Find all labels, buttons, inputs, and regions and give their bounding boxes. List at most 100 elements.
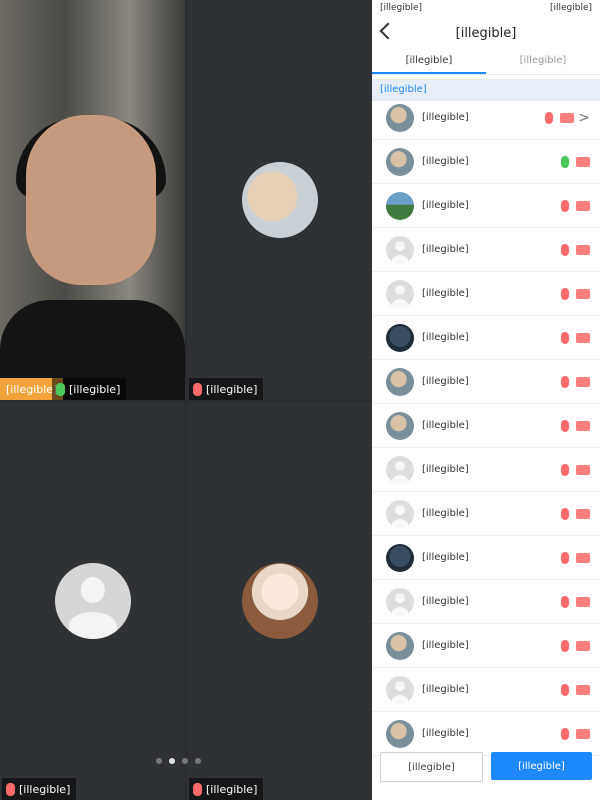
mic-off-icon xyxy=(193,382,202,396)
page-dot[interactable] xyxy=(156,758,162,764)
member-row[interactable]: [illegible] xyxy=(372,316,600,360)
member-row[interactable]: [illegible] xyxy=(372,228,600,272)
video-tile[interactable]: [illegible] xyxy=(187,0,372,400)
member-row[interactable]: [illegible] xyxy=(372,624,600,668)
camera-off-icon[interactable] xyxy=(576,332,590,343)
mic-off-icon[interactable] xyxy=(561,727,569,740)
mic-off-icon[interactable] xyxy=(561,683,569,696)
mic-off-icon[interactable] xyxy=(561,243,569,256)
member-avatar xyxy=(386,719,414,748)
panel-header: [illegible] xyxy=(372,16,600,50)
member-name: [illegible] xyxy=(422,684,469,695)
member-row[interactable]: [illegible] xyxy=(372,536,600,580)
chevron-right-icon[interactable]: > xyxy=(578,110,590,126)
mic-off-icon[interactable] xyxy=(561,507,569,520)
mic-off-icon[interactable] xyxy=(561,375,569,388)
video-tile[interactable]: [illegible] xyxy=(187,402,372,800)
camera-off-icon[interactable] xyxy=(576,684,590,695)
mic-off-icon[interactable] xyxy=(561,551,569,564)
member-row[interactable]: [illegible] > xyxy=(372,96,600,140)
page-dot-active[interactable] xyxy=(169,758,175,764)
member-name: [illegible] xyxy=(422,552,469,563)
mic-off-icon[interactable] xyxy=(561,331,569,344)
member-avatar xyxy=(386,103,414,132)
mic-off-icon[interactable] xyxy=(561,595,569,608)
member-avatar xyxy=(386,191,414,220)
member-row[interactable]: [illegible] xyxy=(372,272,600,316)
member-name: [illegible] xyxy=(422,244,469,255)
video-tile[interactable]: [illegible] xyxy=(0,402,185,800)
member-name: [illegible] xyxy=(422,420,469,431)
participant-face xyxy=(26,115,156,285)
camera-off-icon[interactable] xyxy=(576,244,590,255)
mic-off-icon xyxy=(193,782,202,796)
camera-off-icon[interactable] xyxy=(576,200,590,211)
member-avatar xyxy=(386,543,414,572)
member-row[interactable]: [illegible] xyxy=(372,184,600,228)
member-avatar xyxy=(386,411,414,440)
primary-button[interactable]: [illegible] xyxy=(491,752,592,780)
camera-off-icon[interactable] xyxy=(576,508,590,519)
tab-active[interactable]: [illegible] xyxy=(372,50,486,74)
member-row[interactable]: [illegible] xyxy=(372,360,600,404)
status-left: [illegible] xyxy=(380,3,423,13)
member-row[interactable]: [illegible] xyxy=(372,580,600,624)
tile-name-tag: [illegible] xyxy=(52,378,127,400)
member-row[interactable]: [illegible] xyxy=(372,712,600,756)
camera-off-icon[interactable] xyxy=(576,552,590,563)
camera-off-icon[interactable] xyxy=(576,376,590,387)
member-row[interactable]: [illegible] xyxy=(372,404,600,448)
panel-title: [illegible] xyxy=(455,25,517,41)
member-name: [illegible] xyxy=(422,464,469,475)
camera-off-icon[interactable] xyxy=(576,640,590,651)
status-bar: [illegible] [illegible] xyxy=(372,0,600,16)
member-name: [illegible] xyxy=(422,596,469,607)
camera-off-icon[interactable] xyxy=(576,728,590,739)
mic-off-icon[interactable] xyxy=(561,287,569,300)
member-row[interactable]: [illegible] xyxy=(372,668,600,712)
member-name: [illegible] xyxy=(422,728,469,739)
participant-avatar xyxy=(241,162,318,238)
member-row[interactable]: [illegible] xyxy=(372,492,600,536)
member-name: [illegible] xyxy=(422,288,469,299)
tile-name: [illegible] xyxy=(206,782,258,796)
member-name: [illegible] xyxy=(422,640,469,651)
page-dot[interactable] xyxy=(182,758,188,764)
tile-name-tag: [illegible] xyxy=(189,378,264,400)
member-avatar xyxy=(386,499,414,528)
mic-on-icon[interactable] xyxy=(561,155,569,168)
page-indicator[interactable] xyxy=(156,758,201,764)
member-row[interactable]: [illegible] xyxy=(372,448,600,492)
member-avatar xyxy=(386,455,414,484)
mic-off-icon xyxy=(6,782,15,796)
page-dot[interactable] xyxy=(195,758,201,764)
secondary-button[interactable]: [illegible] xyxy=(380,752,483,782)
camera-off-icon[interactable] xyxy=(576,420,590,431)
camera-off-icon[interactable] xyxy=(576,464,590,475)
mic-off-icon[interactable] xyxy=(545,111,554,124)
camera-off-icon[interactable] xyxy=(560,112,575,123)
mic-off-icon[interactable] xyxy=(561,419,569,432)
tile-name: [illegible] xyxy=(206,382,258,396)
video-tile-host[interactable]: [illegible] [illegible] xyxy=(0,0,185,400)
mic-off-icon[interactable] xyxy=(561,199,569,212)
panel-footer: [illegible] [illegible] xyxy=(380,752,592,782)
member-avatar xyxy=(386,235,414,264)
default-avatar-icon xyxy=(54,563,131,639)
member-avatar xyxy=(386,323,414,352)
member-name: [illegible] xyxy=(422,508,469,519)
camera-off-icon[interactable] xyxy=(576,288,590,299)
back-arrow-icon[interactable] xyxy=(379,22,397,40)
mic-off-icon[interactable] xyxy=(561,463,569,476)
camera-off-icon[interactable] xyxy=(576,596,590,607)
tile-name: [illegible] xyxy=(19,782,71,796)
camera-off-icon[interactable] xyxy=(576,156,590,167)
tab-other[interactable]: [illegible] xyxy=(486,50,600,74)
mic-off-icon[interactable] xyxy=(561,639,569,652)
member-avatar xyxy=(386,631,414,660)
tile-name-tag: [illegible] xyxy=(189,778,264,800)
member-tabs: [illegible] [illegible] xyxy=(372,50,600,75)
tile-name-tag: [illegible] xyxy=(2,778,77,800)
member-row[interactable]: [illegible] xyxy=(372,140,600,184)
members-panel: [illegible] [illegible] [illegible] [ill… xyxy=(372,0,600,800)
